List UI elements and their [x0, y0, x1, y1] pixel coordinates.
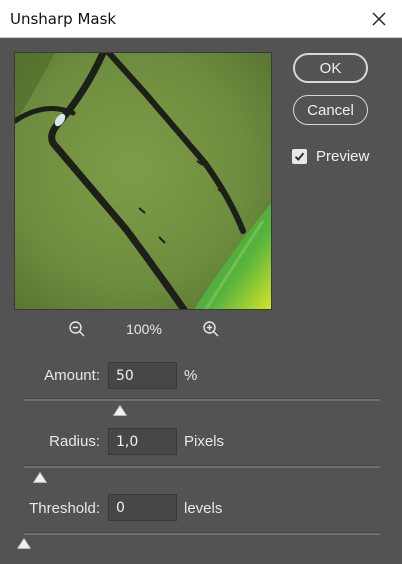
radius-slider[interactable]: [24, 465, 380, 468]
close-button[interactable]: [366, 6, 392, 32]
amount-input[interactable]: 50: [108, 362, 177, 389]
title-bar: Unsharp Mask: [0, 0, 402, 38]
preview-toggle[interactable]: Preview: [292, 148, 369, 165]
radius-label: Radius:: [49, 433, 100, 450]
close-icon: [372, 12, 386, 26]
amount-slider-thumb[interactable]: [113, 405, 128, 416]
threshold-unit: levels: [184, 500, 223, 517]
zoom-out-button[interactable]: [68, 320, 86, 343]
threshold-label: Threshold:: [29, 500, 100, 517]
amount-unit: %: [184, 367, 198, 384]
preview-label: Preview: [316, 148, 370, 165]
checkmark-icon: [294, 152, 305, 161]
zoom-out-icon: [69, 321, 85, 337]
ok-button[interactable]: OK: [293, 53, 368, 83]
cancel-button[interactable]: Cancel: [293, 95, 368, 125]
preview-checkbox[interactable]: [292, 149, 307, 164]
amount-slider[interactable]: [24, 398, 380, 401]
zoom-in-icon: [203, 321, 219, 337]
amount-label: Amount:: [44, 367, 100, 384]
preview-image[interactable]: [14, 52, 272, 310]
window-title: Unsharp Mask: [10, 10, 117, 28]
zoom-in-button[interactable]: [202, 320, 220, 343]
zoom-controls: 100%: [0, 318, 286, 340]
radius-unit: Pixels: [184, 433, 225, 450]
radius-slider-thumb[interactable]: [33, 472, 48, 483]
radius-input[interactable]: 1,0: [108, 428, 177, 455]
threshold-input[interactable]: 0: [108, 494, 177, 521]
threshold-slider[interactable]: [24, 532, 380, 535]
threshold-slider-thumb[interactable]: [17, 538, 31, 549]
zoom-level: 100%: [126, 321, 162, 337]
